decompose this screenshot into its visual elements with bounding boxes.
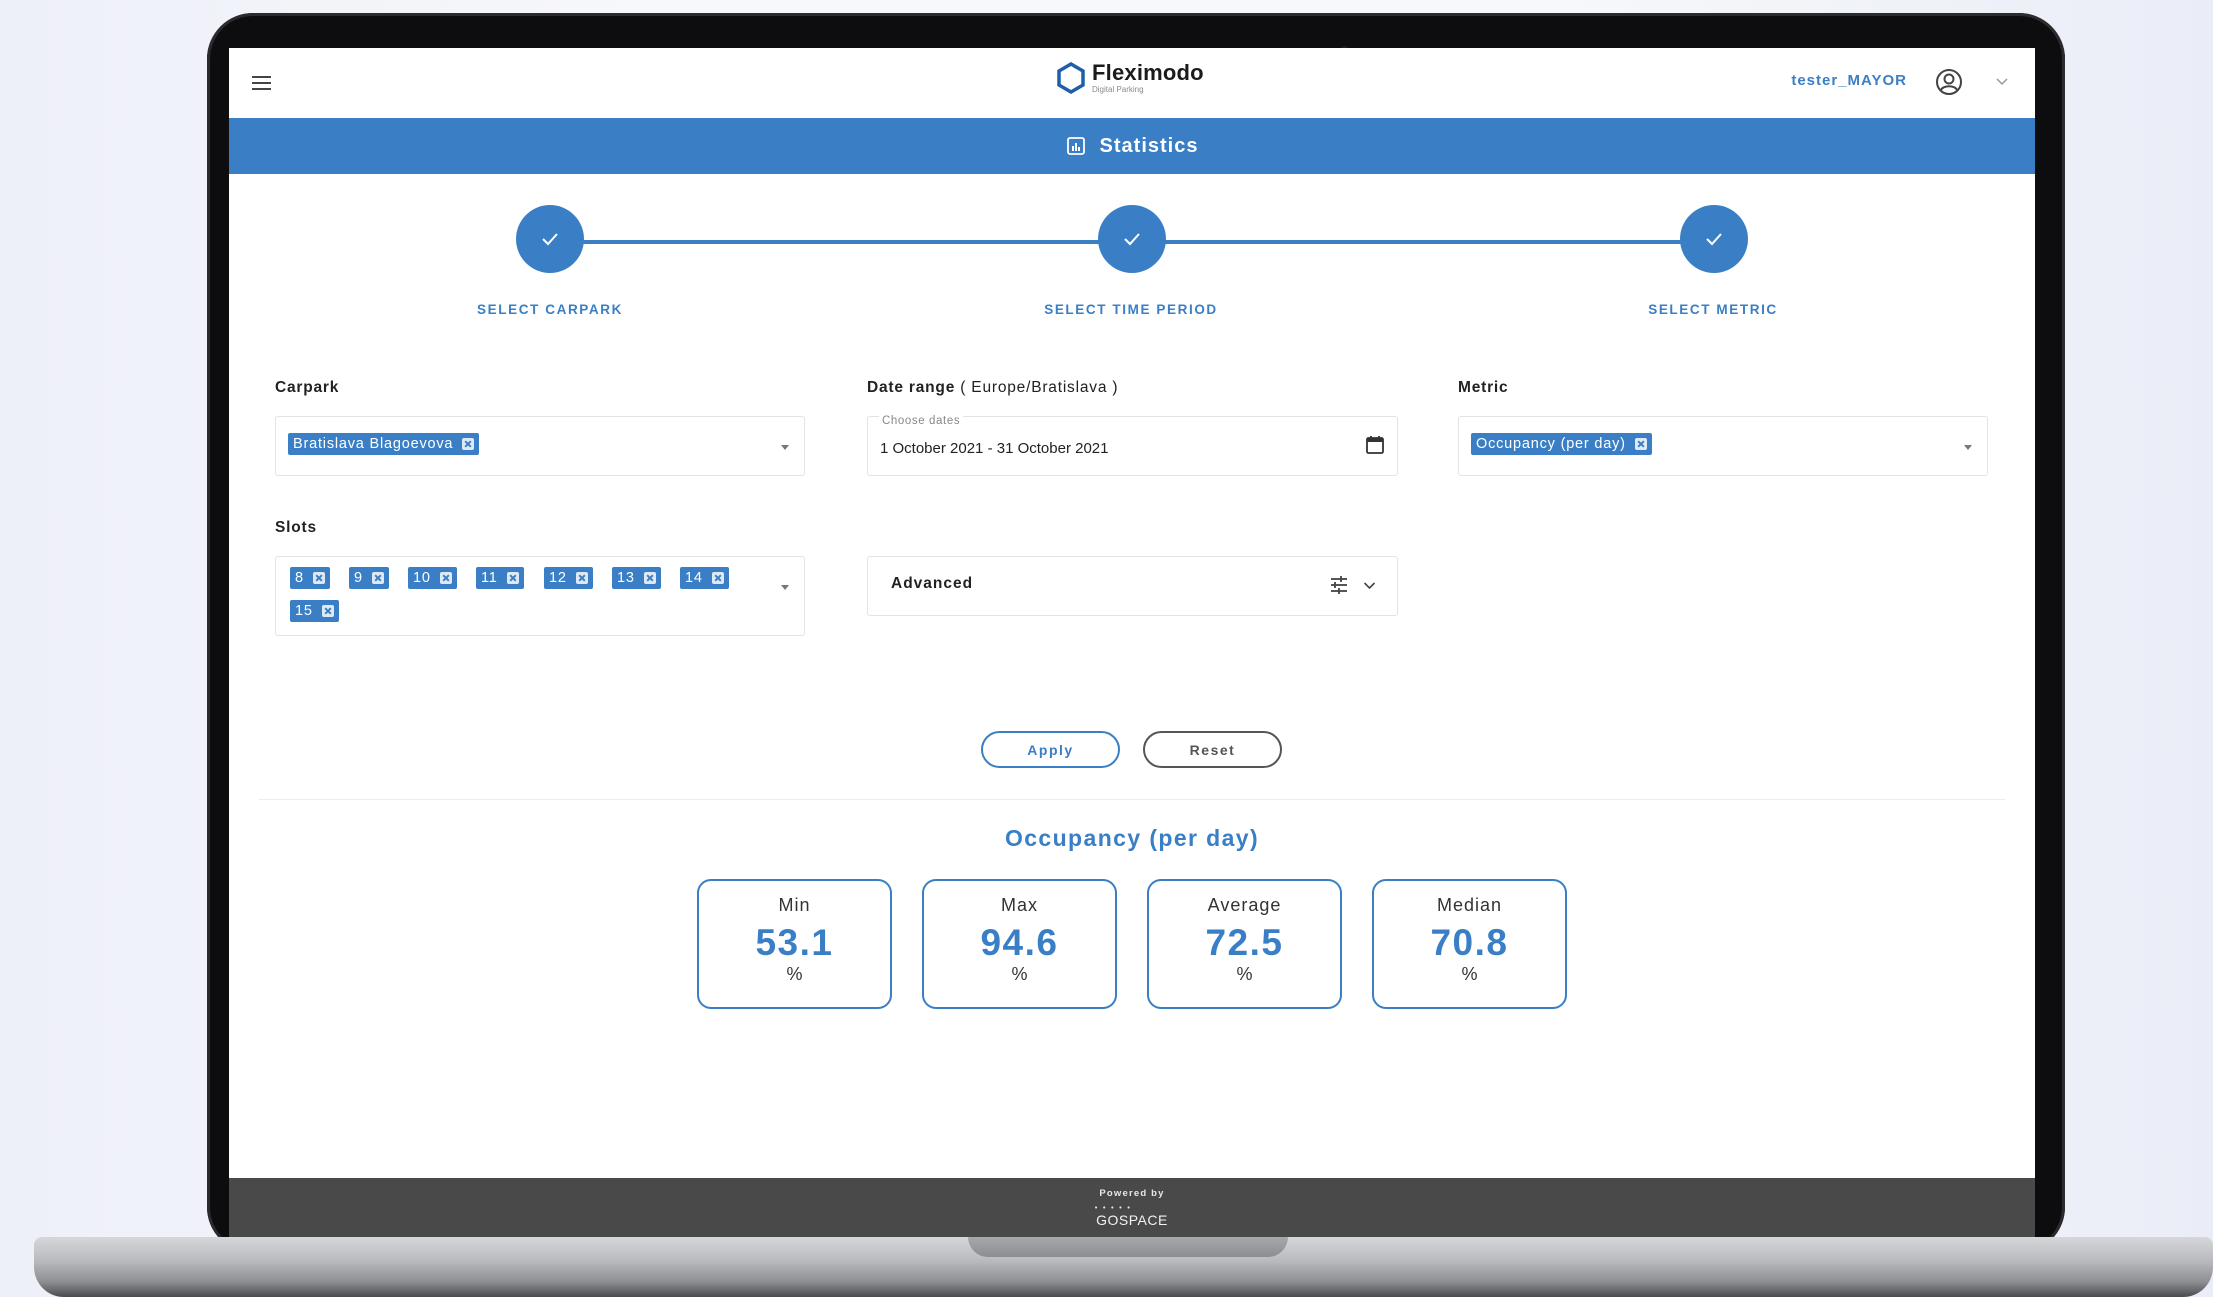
page-title: Statistics [1099,134,1199,157]
step-select-metric[interactable] [1680,205,1748,273]
date-range-label: Date range ( Europe/Bratislava ) [867,379,1119,396]
menu-icon[interactable] [252,76,271,90]
app-screen: Fleximodo Digital Parking tester_MAYOR S… [229,48,2035,1237]
tune-sliders-icon[interactable] [1328,574,1350,596]
remove-chip-icon[interactable] [711,572,724,584]
metric-chip-label: Occupancy (per day) [1476,436,1626,452]
slots-select[interactable]: 8 9 10 11 12 13 14 15 [275,556,805,636]
step-label-time-period[interactable]: SELECT TIME PERIOD [1044,302,1218,317]
slot-chip[interactable]: 14 [680,567,729,589]
stat-label: Median [1436,895,1503,915]
date-range-picker[interactable]: Choose dates 1 October 2021 - 31 October… [867,415,1398,476]
slot-chip[interactable]: 8 [290,567,330,589]
results-title: Occupancy (per day) [1004,825,1260,851]
remove-chip-icon[interactable] [439,572,452,584]
step-label-metric[interactable]: SELECT METRIC [1648,302,1778,317]
remove-chip-icon[interactable] [462,438,475,450]
stat-card-average: Average 72.5 % [1147,879,1342,1009]
slot-chip[interactable]: 11 [476,567,524,589]
brand-tagline: Digital Parking [1092,85,1144,94]
carpark-chip[interactable]: Bratislava Blagoevova [288,433,480,455]
powered-by-text: Powered by [1099,1188,1165,1199]
page-header: Statistics [229,118,2035,174]
metric-chip[interactable]: Occupancy (per day) [1471,433,1652,455]
step-select-carpark[interactable] [516,205,584,273]
dropdown-caret-icon[interactable] [781,445,789,450]
stat-card-min: Min 53.1 % [697,879,892,1009]
remove-chip-icon[interactable] [643,572,656,584]
hexagon-logo-icon [1057,62,1085,94]
dropdown-caret-icon[interactable] [781,585,789,590]
slot-chip[interactable]: 15 [290,600,339,622]
stat-value: 94.6 [980,922,1059,963]
gospace-logo[interactable]: GOSPACE [229,1212,2035,1228]
carpark-select[interactable]: Bratislava Blagoevova [275,416,805,476]
advanced-label: Advanced [891,575,974,592]
stat-card-median: Median 70.8 % [1372,879,1567,1009]
stat-value: 70.8 [1430,922,1509,963]
stat-value: 72.5 [1205,922,1284,963]
advanced-panel-toggle[interactable]: Advanced [867,556,1398,616]
slots-label: Slots [275,519,317,536]
section-divider [259,799,2005,800]
stat-unit: % [786,964,803,984]
remove-chip-icon[interactable] [575,572,588,584]
check-icon [542,233,558,246]
timezone-label: ( Europe/Bratislava ) [960,379,1119,396]
stat-unit: % [1011,964,1028,984]
remove-chip-icon[interactable] [321,605,334,617]
brand-name: Fleximodo [1092,60,1204,85]
step-label-carpark[interactable]: SELECT CARPARK [477,302,623,317]
date-field-caption: Choose dates [879,415,964,427]
remove-chip-icon[interactable] [1634,438,1647,450]
slot-chip[interactable]: 10 [408,567,457,589]
slot-chip[interactable]: 9 [349,567,389,589]
stat-label: Min [778,895,811,915]
remove-chip-icon[interactable] [312,572,325,584]
calendar-icon[interactable] [1365,435,1385,455]
stat-unit: % [1236,964,1253,984]
chevron-down-icon[interactable] [1995,76,2009,86]
stat-value: 53.1 [755,922,834,963]
top-bar: Fleximodo Digital Parking tester_MAYOR [229,48,2035,118]
chevron-down-icon[interactable] [1363,581,1376,590]
stat-label: Average [1207,895,1282,915]
carpark-label: Carpark [275,379,340,396]
step-select-time-period[interactable] [1098,205,1166,273]
slot-chip[interactable]: 12 [544,567,593,589]
metric-select[interactable]: Occupancy (per day) [1458,416,1988,476]
apply-button[interactable]: Apply [981,731,1120,768]
user-account-icon[interactable] [1935,68,1963,96]
carpark-chip-label: Bratislava Blagoevova [293,436,454,452]
brand-logo[interactable]: Fleximodo Digital Parking [1056,62,1204,94]
statistics-icon [1066,137,1085,155]
stat-label: Max [1000,895,1038,915]
slot-chip[interactable]: 13 [612,567,661,589]
date-range-value[interactable]: 1 October 2021 - 31 October 2021 [880,440,1108,457]
laptop-notch [968,1237,1288,1257]
metric-label: Metric [1458,379,1509,396]
dropdown-caret-icon[interactable] [1964,445,1972,450]
username[interactable]: tester_MAYOR [1791,72,1907,89]
stat-unit: % [1461,964,1478,984]
footer: Powered by ••••• GOSPACE [229,1178,2035,1237]
check-icon [1124,233,1140,246]
stat-card-max: Max 94.6 % [922,879,1117,1009]
remove-chip-icon[interactable] [506,572,519,584]
remove-chip-icon[interactable] [371,572,384,584]
reset-button[interactable]: Reset [1143,731,1282,768]
gospace-logo-dots: ••••• [1094,1204,1135,1212]
check-icon [1706,233,1722,246]
